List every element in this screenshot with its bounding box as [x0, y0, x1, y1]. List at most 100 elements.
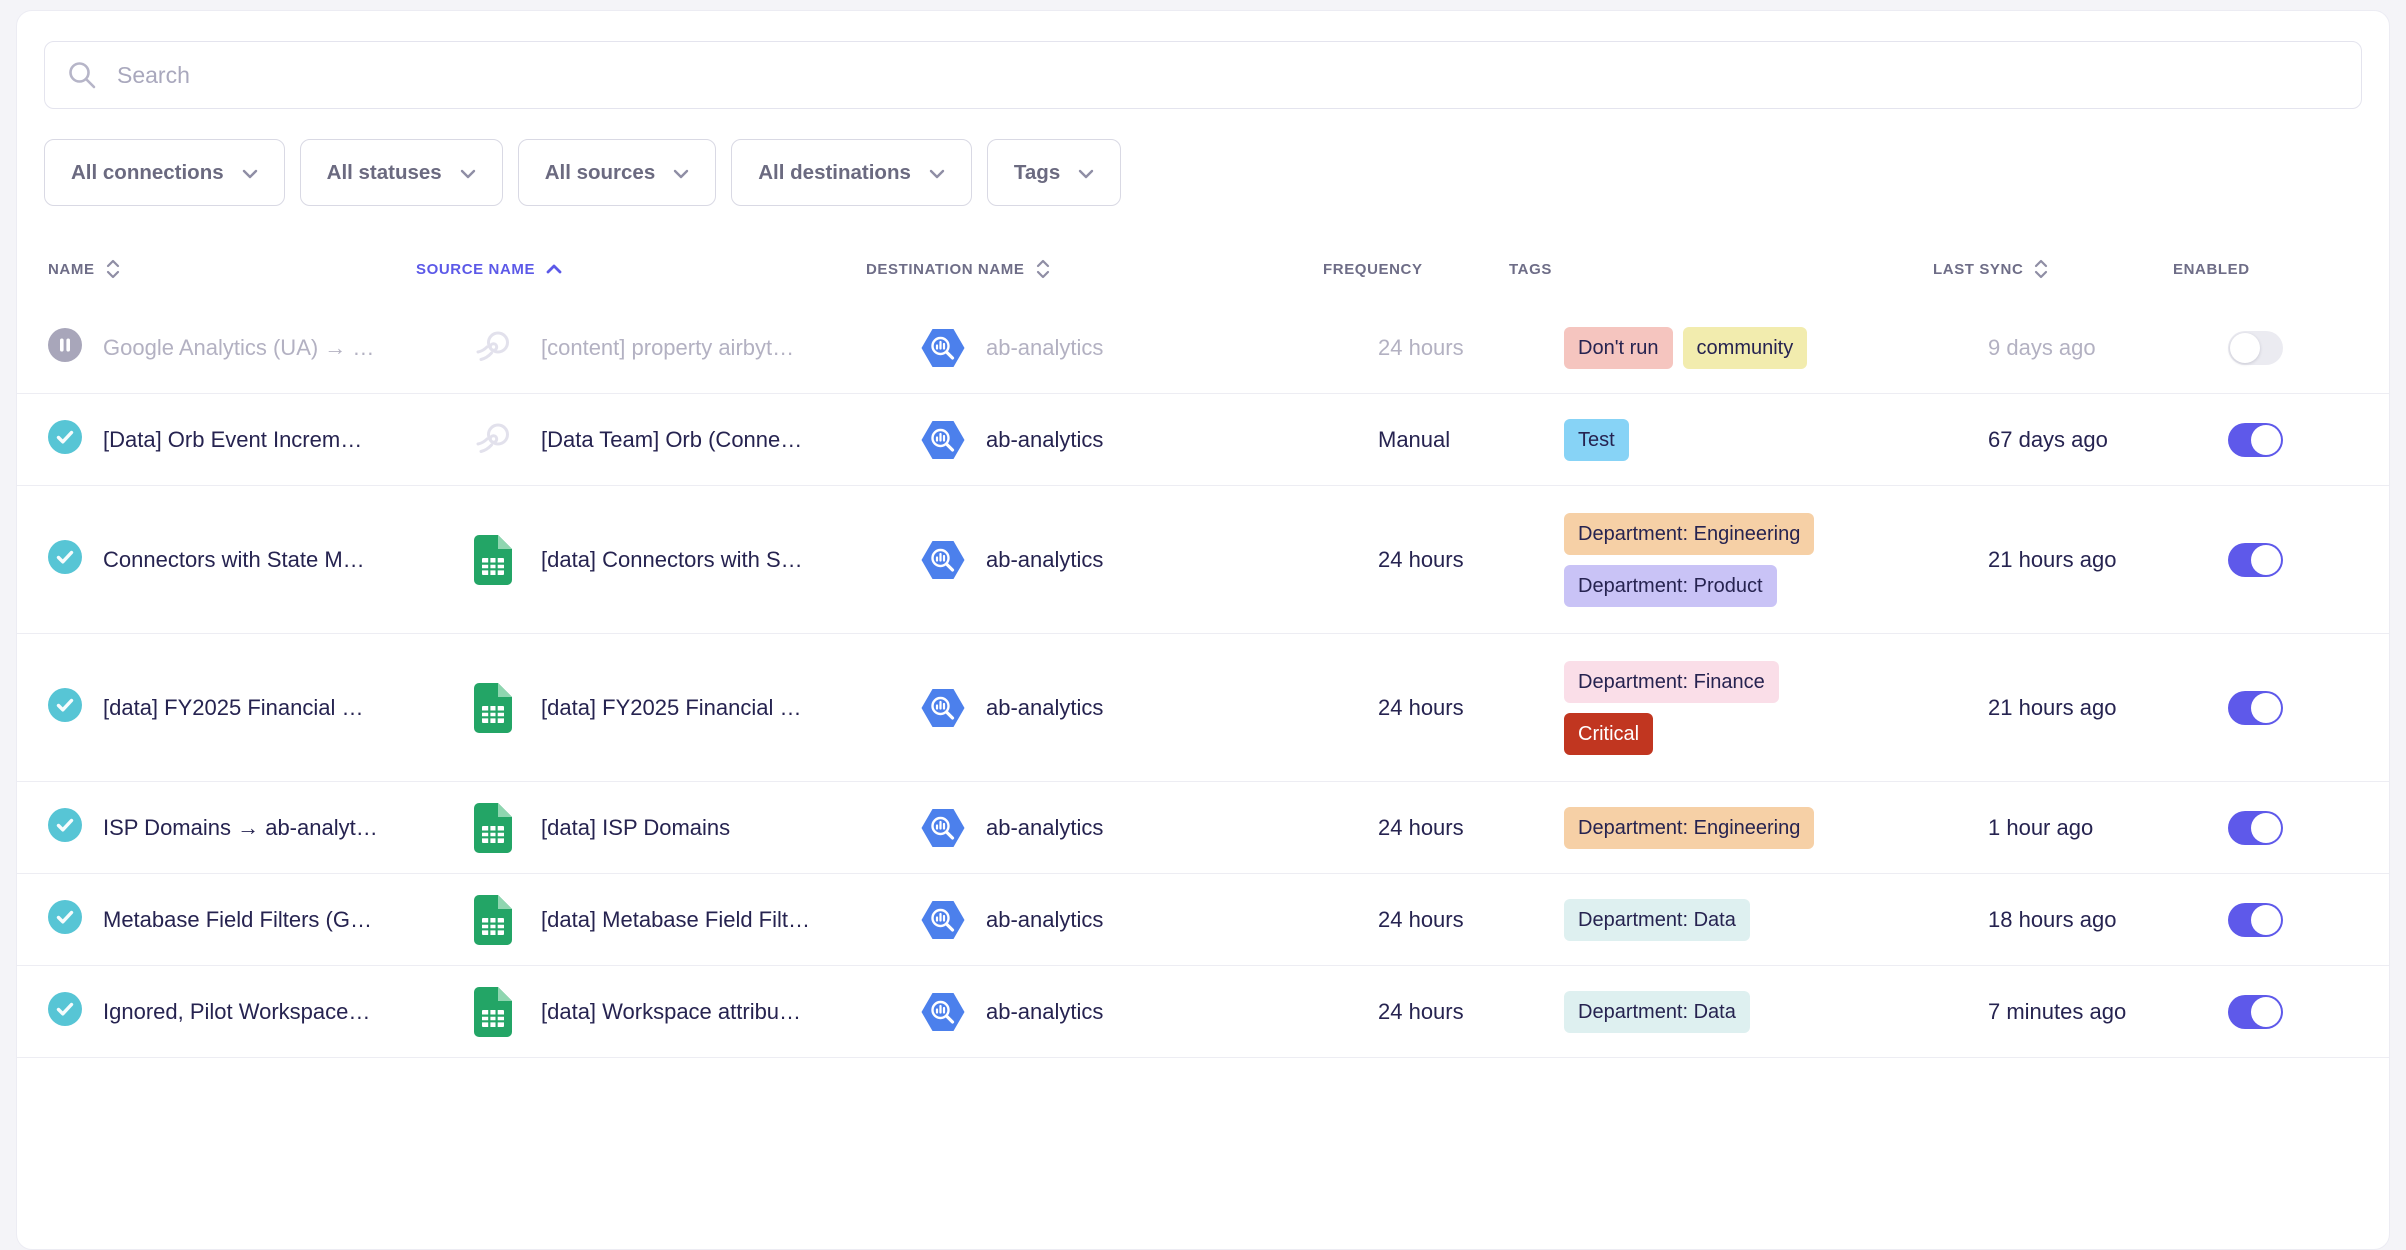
- enabled-toggle[interactable]: [2228, 691, 2283, 725]
- tags-cell: Department: FinanceCritical: [1548, 643, 1972, 773]
- last-sync: 21 hours ago: [1972, 547, 2212, 573]
- enabled-toggle[interactable]: [2228, 331, 2283, 365]
- toggle-knob: [2251, 813, 2281, 843]
- status-cell: [48, 992, 103, 1031]
- check-icon: [48, 688, 82, 727]
- toggle-knob: [2251, 997, 2281, 1027]
- last-sync: 7 minutes ago: [1972, 999, 2212, 1025]
- filter-statuses[interactable]: All statuses: [300, 139, 503, 206]
- destination-cell: ab-analytics: [921, 420, 1362, 460]
- frequency: 24 hours: [1362, 815, 1548, 841]
- status-cell: [48, 900, 103, 939]
- enabled-toggle[interactable]: [2228, 903, 2283, 937]
- enabled-toggle[interactable]: [2228, 995, 2283, 1029]
- table-row[interactable]: Google Analytics (UA) → …[content] prope…: [17, 302, 2389, 394]
- tag: Department: Engineering: [1564, 807, 1814, 849]
- tag: Test: [1564, 419, 1629, 461]
- last-sync: 67 days ago: [1972, 427, 2212, 453]
- check-icon: [48, 540, 82, 579]
- column-header-last_sync[interactable]: LAST SYNC: [1917, 258, 2157, 280]
- filter-bar: All connections All statuses All sources…: [44, 139, 2362, 206]
- tags-cell: Department: Data: [1548, 899, 1972, 941]
- destination-name: ab-analytics: [986, 695, 1103, 721]
- status-cell: [48, 328, 103, 367]
- enabled-cell: [2212, 903, 2389, 937]
- search-input[interactable]: [115, 61, 2339, 90]
- tags-cell: Department: EngineeringDepartment: Produ…: [1548, 495, 1972, 625]
- table-header: NAME SOURCE NAMEDESTINATION NAME FREQUENCY…: [17, 236, 2389, 302]
- filter-sources[interactable]: All sources: [518, 139, 717, 206]
- google-sheets-icon: [473, 803, 513, 853]
- column-header-destination[interactable]: DESTINATION NAME: [866, 258, 1307, 280]
- tags-list: Department: FinanceCritical: [1564, 643, 1972, 773]
- last-sync: 18 hours ago: [1972, 907, 2212, 933]
- filter-destinations[interactable]: All destinations: [731, 139, 972, 206]
- column-label: NAME: [48, 261, 95, 278]
- frequency: 24 hours: [1362, 695, 1548, 721]
- connections-panel: All connections All statuses All sources…: [16, 10, 2390, 1250]
- connection-name: Connectors with State M…: [103, 547, 457, 573]
- tag: Don't run: [1564, 327, 1673, 369]
- column-header-name[interactable]: NAME: [48, 258, 402, 280]
- chevron-down-icon: [673, 167, 689, 179]
- source-cell: [data] Metabase Field Filt…: [457, 895, 921, 945]
- last-sync: 21 hours ago: [1972, 695, 2212, 721]
- enabled-cell: [2212, 691, 2389, 725]
- default-connector-icon: [473, 420, 513, 460]
- tags-list: Test: [1564, 419, 1972, 461]
- google-sheets-icon: [473, 535, 513, 585]
- table-row[interactable]: [data] FY2025 Financial …[data] FY2025 F…: [17, 634, 2389, 782]
- column-label: DESTINATION NAME: [866, 261, 1025, 278]
- enabled-toggle[interactable]: [2228, 811, 2283, 845]
- destination-cell: ab-analytics: [921, 992, 1362, 1032]
- enabled-toggle[interactable]: [2228, 423, 2283, 457]
- source-cell: [data] Connectors with S…: [457, 535, 921, 585]
- table-row[interactable]: Ignored, Pilot Workspace…[data] Workspac…: [17, 966, 2389, 1058]
- destination-name: ab-analytics: [986, 335, 1103, 361]
- table-row[interactable]: [Data] Orb Event Increm…[Data Team] Orb …: [17, 394, 2389, 486]
- destination-cell: ab-analytics: [921, 808, 1362, 848]
- table-row[interactable]: Metabase Field Filters (G…[data] Metabas…: [17, 874, 2389, 966]
- google-sheets-icon: [473, 683, 513, 733]
- source-cell: [Data Team] Orb (Conne…: [457, 420, 921, 460]
- enabled-cell: [2212, 811, 2389, 845]
- toggle-knob: [2251, 693, 2281, 723]
- table-row[interactable]: Connectors with State M… [data] Connector…: [17, 486, 2389, 634]
- tag: Department: Data: [1564, 899, 1750, 941]
- enabled-toggle[interactable]: [2228, 543, 2283, 577]
- default-connector-icon: [473, 328, 513, 368]
- enabled-cell: [2212, 423, 2389, 457]
- tag: Department: Product: [1564, 565, 1777, 607]
- column-header-source[interactable]: SOURCE NAME: [402, 261, 866, 278]
- frequency: Manual: [1362, 427, 1548, 453]
- enabled-cell: [2212, 331, 2389, 365]
- connection-name: Metabase Field Filters (G…: [103, 907, 457, 933]
- source-name: [Data Team] Orb (Conne…: [541, 427, 802, 453]
- source-name: [data] Connectors with S…: [541, 547, 803, 573]
- column-label: FREQUENCY: [1323, 261, 1423, 278]
- source-name: [data] Workspace attribu…: [541, 999, 801, 1025]
- table-row[interactable]: ISP Domains → ab-analyt…[data] ISP Domai…: [17, 782, 2389, 874]
- bigquery-icon: [921, 420, 965, 460]
- google-sheets-icon: [473, 895, 513, 945]
- sort-icon: [1035, 258, 1051, 280]
- status-cell: [48, 688, 103, 727]
- tag: Department: Data: [1564, 991, 1750, 1033]
- source-cell: [data] FY2025 Financial …: [457, 683, 921, 733]
- source-name: [data] FY2025 Financial …: [541, 695, 801, 721]
- column-header-enabled: ENABLED: [2157, 261, 2389, 278]
- destination-name: ab-analytics: [986, 815, 1103, 841]
- enabled-cell: [2212, 543, 2389, 577]
- filter-label: All connections: [71, 161, 224, 185]
- source-name: [content] property airbyt…: [541, 335, 794, 361]
- filter-tags[interactable]: Tags: [987, 139, 1121, 206]
- source-cell: [data] Workspace attribu…: [457, 987, 921, 1037]
- tags-list: Department: EngineeringDepartment: Produ…: [1564, 495, 1972, 625]
- destination-cell: ab-analytics: [921, 900, 1362, 940]
- tags-cell: Department: Data: [1548, 991, 1972, 1033]
- bigquery-icon: [921, 900, 965, 940]
- filter-connections[interactable]: All connections: [44, 139, 285, 206]
- column-label: LAST SYNC: [1933, 261, 2023, 278]
- destination-cell: ab-analytics: [921, 688, 1362, 728]
- chevron-down-icon: [929, 167, 945, 179]
